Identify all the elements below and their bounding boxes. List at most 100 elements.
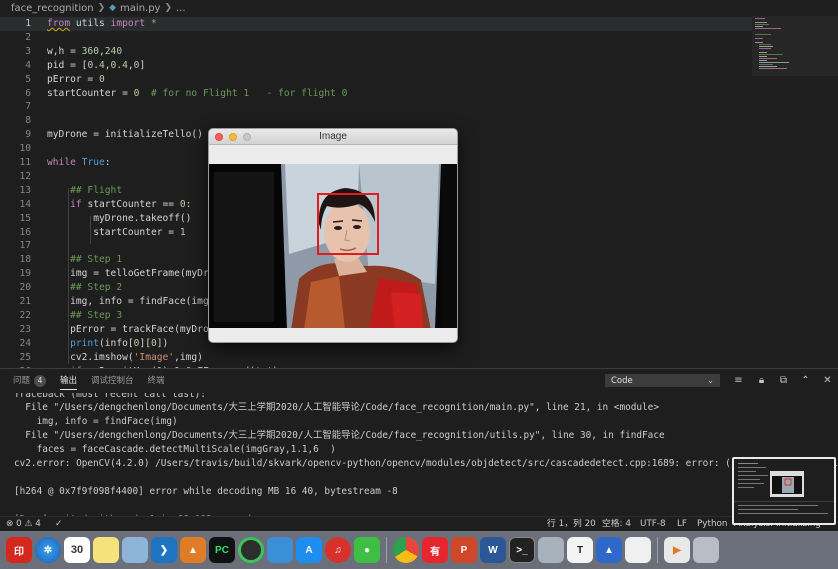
code-line[interactable]: 1 from utils import * <box>0 17 752 31</box>
minimap[interactable] <box>752 16 838 76</box>
code-token: # for no Flight 1 - for flight 0 <box>150 87 348 99</box>
wechat-icon[interactable]: ● <box>354 537 380 563</box>
image-window[interactable]: Image <box>208 128 458 343</box>
code-token: 240 <box>104 45 123 57</box>
code-line[interactable]: 8 <box>0 114 752 128</box>
code-token: from <box>47 18 71 29</box>
code-text: img, info = findFace(img) <box>47 295 214 309</box>
powerpoint-icon[interactable]: P <box>451 537 477 563</box>
code-text: while True: <box>47 156 111 170</box>
minimize-window-button[interactable] <box>229 133 237 141</box>
zoom-window-button[interactable] <box>243 133 251 141</box>
language-mode[interactable]: Python <box>697 517 728 532</box>
video-icon[interactable]: ▶ <box>664 537 690 563</box>
terminal-icon[interactable]: >_ <box>509 537 535 563</box>
output-line: cv2.error: OpenCV(4.2.0) /Users/travis/b… <box>14 458 838 469</box>
word-icon[interactable]: W <box>480 537 506 563</box>
line-number: 24 <box>19 337 31 349</box>
output-line: File "/Users/dengchenlong/Documents/大三上学… <box>14 430 665 442</box>
macos-dock: 印 ✲ 30 ❯ ▲ PC A ♫ ● 有 P W >_ T ▲ ▶ <box>0 531 838 569</box>
code-text: myDrone = initializeTello() <box>47 128 203 142</box>
code-text: ## Flight <box>47 184 122 198</box>
safari-icon[interactable]: ✲ <box>35 537 61 563</box>
code-token: : <box>185 198 192 210</box>
netease-music-icon[interactable]: ♫ <box>325 537 351 563</box>
line-number: 8 <box>25 115 31 127</box>
check-icon[interactable]: ✓ <box>55 517 62 532</box>
line-number: 17 <box>19 240 31 252</box>
code-text: pError = 0 <box>47 73 105 87</box>
minimap-line <box>759 48 771 49</box>
eol-status[interactable]: LF <box>677 517 687 532</box>
minimap-line <box>759 44 771 45</box>
close-window-button[interactable] <box>215 133 223 141</box>
code-line[interactable]: 6 startCounter = 0 # for no Flight 1 - fo… <box>0 87 752 101</box>
rocket-icon[interactable]: ▲ <box>596 537 622 563</box>
code-line[interactable]: 3 w,h = 360,240 <box>0 45 752 59</box>
code-line[interactable]: 5 pError = 0 <box>0 73 752 87</box>
bottom-panel: 问题 4 输出 调试控制台 终端 Code ⌄ ≡ 🔒︎ ⧉ ⌃ ✕ Traceb… <box>0 368 838 517</box>
tab-terminal[interactable]: 终端 <box>148 369 165 393</box>
trash-icon[interactable] <box>693 537 719 563</box>
breadcrumb-file[interactable]: main.py <box>120 3 160 14</box>
problems-status[interactable]: ⊗ 0 ⚠ 4 <box>6 517 41 532</box>
chrome-icon[interactable] <box>393 537 419 563</box>
encoding-status[interactable]: UTF-8 <box>640 517 666 532</box>
line-number: 7 <box>25 101 31 113</box>
output-line: File "/Users/dengchenlong/Documents/大三上学… <box>14 402 659 414</box>
lock-scroll-icon[interactable]: 🔒︎ <box>756 375 767 386</box>
app-store-icon[interactable]: A <box>296 537 322 563</box>
youdao-icon[interactable]: 有 <box>422 537 448 563</box>
output-log[interactable]: Traceback (most recent call last): File … <box>0 393 838 517</box>
clear-output-icon[interactable]: ≡ <box>733 375 744 386</box>
minimap-line <box>755 28 781 29</box>
pycharm-icon[interactable]: PC <box>209 537 235 563</box>
file-icon[interactable] <box>625 537 651 563</box>
circle-app-icon[interactable] <box>238 537 264 563</box>
folder-app-icon[interactable] <box>267 537 293 563</box>
netease-music-red-icon[interactable]: 印 <box>6 537 32 563</box>
code-token: ,img) <box>174 351 203 363</box>
chevron-down-icon: ⌄ <box>707 376 714 385</box>
output-channel-value: Code <box>611 376 633 386</box>
vscode-icon[interactable]: ❯ <box>151 537 177 563</box>
breadcrumb-folder[interactable]: face_recognition <box>11 3 94 14</box>
minimap-line <box>755 26 763 27</box>
close-panel-icon[interactable]: ✕ <box>822 375 833 386</box>
camera-frame <box>209 164 457 330</box>
line-number: 2 <box>25 31 31 43</box>
notes-icon[interactable] <box>93 537 119 563</box>
code-line[interactable]: 4 pid = [0.4,0.4,0] <box>0 59 752 73</box>
calendar-icon[interactable]: 30 <box>64 537 90 563</box>
chevron-right-icon: ❯ <box>97 3 106 13</box>
code-token: startCounter == <box>81 198 180 210</box>
open-in-editor-icon[interactable]: ⧉ <box>778 375 789 386</box>
breadcrumb-more[interactable]: ... <box>176 3 186 14</box>
code-line[interactable]: 25 cv2.imshow('Image',img) <box>0 351 752 365</box>
code-token: True <box>81 157 105 168</box>
code-token: : <box>104 157 111 168</box>
code-token: startCounter = <box>47 226 180 238</box>
matlab-icon[interactable]: ▲ <box>180 537 206 563</box>
typora-icon[interactable]: T <box>567 537 593 563</box>
preview-icon[interactable] <box>122 537 148 563</box>
cursor-position[interactable]: 行 1，列 20 <box>547 517 596 532</box>
code-text: cv2.imshow('Image',img) <box>47 351 203 365</box>
image-window-titlebar[interactable]: Image <box>209 129 457 145</box>
tab-output[interactable]: 输出 <box>60 369 78 393</box>
tab-problems[interactable]: 问题 4 <box>13 369 47 393</box>
screenshot-icon[interactable] <box>538 537 564 563</box>
indentation-status[interactable]: 空格: 4 <box>602 517 631 532</box>
maximize-panel-icon[interactable]: ⌃ <box>800 375 811 386</box>
chevron-right-icon: ❯ <box>164 3 173 13</box>
line-number: 20 <box>19 282 31 294</box>
code-line[interactable]: 2 <box>0 31 752 45</box>
code-token: startCounter = <box>47 87 134 99</box>
line-number: 18 <box>19 254 31 266</box>
output-channel-select[interactable]: Code ⌄ <box>605 374 720 387</box>
code-line[interactable]: 7 <box>0 100 752 114</box>
tab-debug-console[interactable]: 调试控制台 <box>91 369 134 393</box>
screenshot-thumbnail[interactable] <box>732 457 836 525</box>
